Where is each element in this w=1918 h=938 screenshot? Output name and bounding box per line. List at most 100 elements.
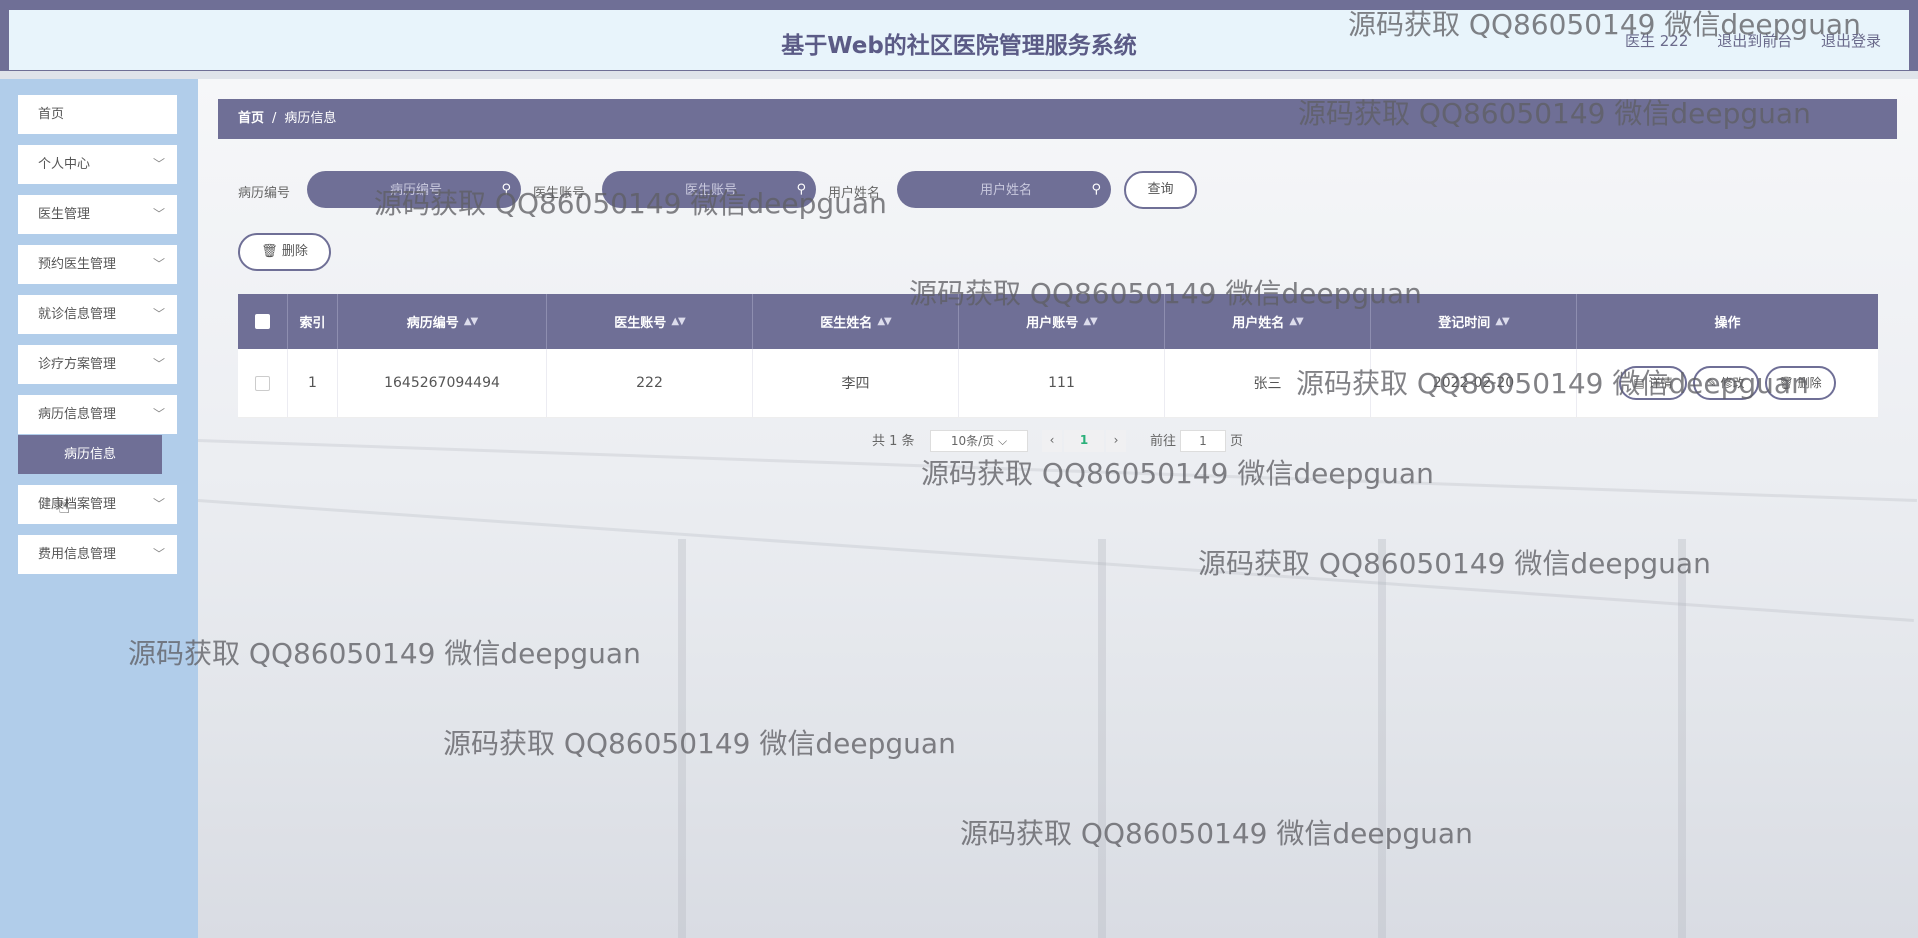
cell-reg-time: 2022-02-20 — [1371, 349, 1577, 417]
record-no-label: 病历编号 — [238, 186, 291, 201]
sidebar: 首页 个人中心 ﹀ 医生管理 ﹀ 预约医生管理 ﹀ 就诊信息管理 ﹀ 诊疗方案管理 ﹀ 病… — [0, 79, 198, 938]
chevron-down-icon: ⌵ — [998, 434, 1008, 448]
select-all-checkbox[interactable] — [255, 314, 270, 329]
sidebar-item-label: 费用信息管理 — [38, 547, 117, 562]
pencil-icon: ✎ — [1706, 376, 1717, 390]
trash-icon: 🗑 — [261, 244, 278, 259]
breadcrumb-home[interactable]: 首页 — [238, 111, 264, 126]
current-page[interactable]: 1 — [1064, 430, 1104, 452]
chevron-left-icon: ‹ — [1049, 433, 1055, 447]
sidebar-item-label: 诊疗方案管理 — [38, 357, 117, 372]
sort-icon[interactable]: ▲▼ — [1495, 316, 1509, 327]
table-header: 索引 病历编号 ▲▼ 医生账号 ▲▼ 医生姓名 ▲▼ 用户账号 ▲▼ 用户姓名 ▲▼ 登记… — [238, 294, 1878, 349]
delete-button-label: 删除 — [281, 244, 308, 259]
chevron-down-icon: ﹀ — [152, 207, 165, 221]
sidebar-item-label: 预约医生管理 — [38, 257, 117, 272]
search-icon: ⚲ — [501, 182, 511, 197]
sort-icon[interactable]: ▲▼ — [1083, 316, 1097, 327]
sidebar-item-home[interactable]: 首页 — [18, 95, 177, 134]
row-delete-button[interactable]: 🗑 删除 — [1764, 366, 1836, 400]
sidebar-item-fee-mgmt[interactable]: 费用信息管理 ﹀ — [18, 535, 177, 574]
sidebar-item-health-file-mgmt[interactable]: 健康档案管理 ﹀ — [18, 485, 177, 524]
doctor-account-input[interactable] — [602, 171, 820, 210]
chevron-down-icon: ﹀ — [152, 157, 165, 171]
cell-user-name: 张三 — [1165, 349, 1371, 417]
sidebar-item-doctor-mgmt[interactable]: 医生管理 ﹀ — [18, 195, 177, 234]
sidebar-item-visit-mgmt[interactable]: 就诊信息管理 ﹀ — [18, 295, 177, 334]
sidebar-subitem-medical-record[interactable]: 病历信息 — [18, 435, 162, 474]
query-button[interactable]: 查询 — [1124, 171, 1197, 209]
cell-doctor-account: 222 — [547, 349, 753, 417]
logout-link[interactable]: 退出登录 — [1821, 32, 1881, 50]
header-links: 医生 222 退出到前台 退出登录 — [1601, 30, 1881, 51]
breadcrumb-separator: / — [272, 111, 277, 126]
exit-to-front-link[interactable]: 退出到前台 — [1717, 32, 1792, 50]
doctor-account-label: 医生账号 — [533, 186, 586, 201]
page-size-select[interactable]: 10条/页 ⌵ — [930, 430, 1028, 452]
header-inner: 基于Web的社区医院管理服务系统 医生 222 退出到前台 退出登录 — [9, 10, 1909, 70]
sidebar-item-label: 医生管理 — [38, 207, 91, 222]
sort-icon[interactable]: ▲▼ — [877, 316, 891, 327]
sort-icon[interactable]: ▲▼ — [1289, 316, 1303, 327]
record-no-input[interactable] — [307, 171, 525, 210]
chevron-down-icon: ﹀ — [152, 257, 165, 271]
sidebar-item-medical-record-mgmt[interactable]: 病历信息管理 ﹀ — [18, 395, 177, 434]
chevron-down-icon: ﹀ — [152, 357, 165, 371]
chevron-down-icon: ﹀ — [152, 497, 165, 511]
trash-icon: 🗑 — [1778, 376, 1794, 390]
sidebar-item-label: 个人中心 — [38, 157, 91, 172]
sidebar-item-personal-center[interactable]: 个人中心 ﹀ — [18, 145, 177, 184]
batch-delete-button[interactable]: 🗑 删除 — [238, 233, 331, 271]
detail-button[interactable]: ▤ 详情 — [1619, 366, 1687, 400]
col-doctor-name[interactable]: 医生姓名 ▲▼ — [753, 294, 959, 349]
user-name-search: ⚲ — [897, 171, 1115, 210]
chevron-up-icon: ﹀ — [152, 407, 165, 421]
col-index: 索引 — [288, 294, 338, 349]
pagination-total: 共 1 条 — [872, 434, 915, 449]
current-user: 医生 222 — [1625, 32, 1689, 50]
breadcrumb: 首页 / 病历信息 — [218, 99, 1897, 139]
cell-user-account: 111 — [959, 349, 1165, 417]
breadcrumb-current: 病历信息 — [284, 111, 337, 126]
record-no-search: ⚲ — [307, 171, 525, 210]
top-strip — [0, 0, 1918, 8]
search-icon: ⚲ — [796, 182, 806, 197]
page-suffix: 页 — [1230, 434, 1244, 449]
app-header: 基于Web的社区医院管理服务系统 医生 222 退出到前台 退出登录 — [0, 8, 1918, 71]
user-name-label: 用户姓名 — [828, 186, 881, 201]
sidebar-item-label: 病历信息管理 — [38, 407, 117, 422]
col-reg-time[interactable]: 登记时间 ▲▼ — [1371, 294, 1577, 349]
row-checkbox[interactable] — [255, 375, 270, 391]
col-record-no[interactable]: 病历编号 ▲▼ — [338, 294, 547, 349]
sort-icon[interactable]: ▲▼ — [464, 316, 478, 327]
cell-actions: ▤ 详情 ✎ 修改 🗑 删除 — [1577, 349, 1878, 417]
cell-doctor-name: 李四 — [753, 349, 959, 417]
col-user-name[interactable]: 用户姓名 ▲▼ — [1165, 294, 1371, 349]
select-all-cell — [238, 294, 288, 349]
search-icon: ⚲ — [1091, 182, 1101, 197]
sidebar-item-label: 健康档案管理 — [38, 497, 117, 512]
sidebar-item-label: 首页 — [38, 107, 65, 122]
chevron-right-icon: › — [1113, 433, 1119, 447]
prev-page-button[interactable]: ‹ — [1042, 430, 1062, 452]
table-row: 1 1645267094494 222 李四 111 张三 2022-02-20… — [238, 349, 1878, 418]
user-name-input[interactable] — [897, 171, 1115, 210]
next-page-button[interactable]: › — [1106, 430, 1126, 452]
cell-record-no: 1645267094494 — [338, 349, 547, 417]
doctor-account-search: ⚲ — [602, 171, 820, 210]
col-user-account[interactable]: 用户账号 ▲▼ — [959, 294, 1165, 349]
cell-index: 1 — [288, 349, 338, 417]
col-actions: 操作 — [1714, 316, 1741, 331]
mouse-cursor-icon: ☝ — [58, 494, 71, 518]
sort-icon[interactable]: ▲▼ — [671, 316, 685, 327]
edit-button[interactable]: ✎ 修改 — [1692, 366, 1759, 400]
chevron-down-icon: ﹀ — [152, 547, 165, 561]
document-icon: ▤ — [1633, 376, 1645, 390]
sidebar-item-treatment-mgmt[interactable]: 诊疗方案管理 ﹀ — [18, 345, 177, 384]
goto-page-input[interactable]: 1 — [1180, 430, 1226, 452]
col-doctor-account[interactable]: 医生账号 ▲▼ — [547, 294, 753, 349]
chevron-down-icon: ﹀ — [152, 307, 165, 321]
sidebar-item-label: 就诊信息管理 — [38, 307, 117, 322]
row-select-cell — [238, 349, 288, 417]
sidebar-item-appointment-mgmt[interactable]: 预约医生管理 ﹀ — [18, 245, 177, 284]
